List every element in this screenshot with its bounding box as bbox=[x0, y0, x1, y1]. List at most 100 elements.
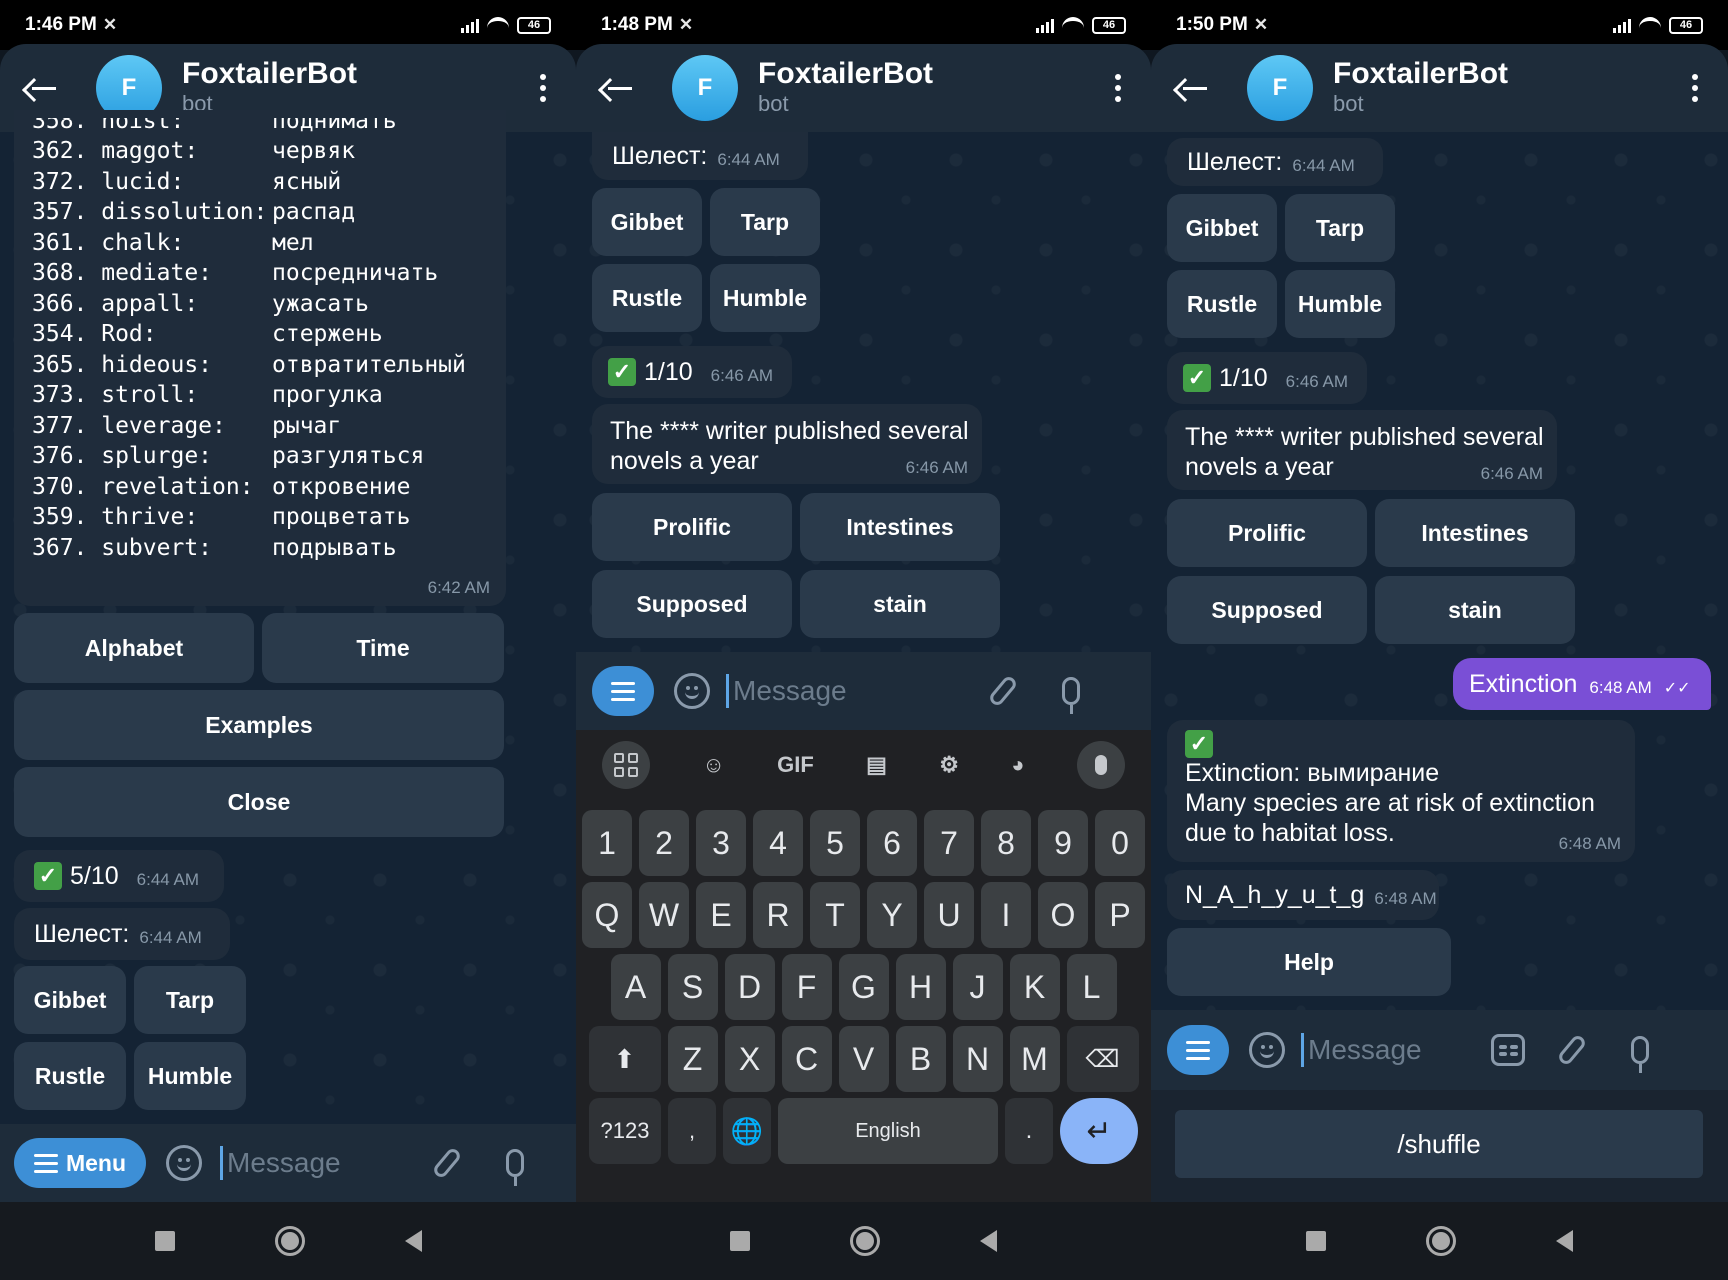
more-options-icon[interactable] bbox=[1115, 74, 1121, 102]
answer-humble-button[interactable]: Humble bbox=[134, 1042, 246, 1110]
attach-icon[interactable] bbox=[431, 1146, 463, 1180]
answer-gibbet-button[interactable]: Gibbet bbox=[1167, 194, 1277, 262]
key-x[interactable]: X bbox=[724, 1026, 775, 1092]
shuffle-command-button[interactable]: /shuffle bbox=[1175, 1110, 1703, 1178]
message-input[interactable]: Message bbox=[220, 1146, 420, 1180]
option-stain-button[interactable]: stain bbox=[800, 570, 1000, 638]
key-0[interactable]: 0 bbox=[1095, 810, 1145, 876]
period-key[interactable]: . bbox=[1005, 1098, 1053, 1164]
menu-button[interactable] bbox=[1167, 1025, 1229, 1075]
key-l[interactable]: L bbox=[1066, 954, 1117, 1020]
key-7[interactable]: 7 bbox=[924, 810, 974, 876]
recents-icon[interactable] bbox=[730, 1231, 750, 1251]
option-intestines-button[interactable]: Intestines bbox=[800, 493, 1000, 561]
chat-title[interactable]: FoxtailerBot bbox=[182, 58, 357, 90]
key-3[interactable]: 3 bbox=[696, 810, 746, 876]
microphone-icon[interactable] bbox=[1631, 1036, 1649, 1073]
apps-grid-icon[interactable] bbox=[602, 741, 651, 789]
comma-key[interactable]: , bbox=[668, 1098, 716, 1164]
menu-button[interactable] bbox=[592, 666, 654, 716]
examples-button[interactable]: Examples bbox=[14, 690, 504, 760]
shift-key[interactable]: ⬆ bbox=[588, 1026, 661, 1092]
avatar[interactable]: F bbox=[1247, 55, 1313, 121]
key-r[interactable]: R bbox=[753, 882, 803, 948]
key-e[interactable]: E bbox=[696, 882, 746, 948]
nav-back-icon[interactable] bbox=[404, 1230, 422, 1252]
chat-title[interactable]: FoxtailerBot bbox=[758, 58, 933, 90]
enter-key[interactable]: ↵ bbox=[1060, 1098, 1138, 1164]
option-supposed-button[interactable]: Supposed bbox=[1167, 576, 1367, 644]
message-input[interactable]: Message bbox=[1301, 1033, 1491, 1067]
back-arrow-icon[interactable] bbox=[604, 73, 634, 103]
recents-icon[interactable] bbox=[154, 1231, 175, 1251]
key-d[interactable]: D bbox=[724, 954, 775, 1020]
language-globe-icon[interactable]: 🌐 bbox=[723, 1098, 771, 1164]
key-9[interactable]: 9 bbox=[1038, 810, 1088, 876]
home-icon[interactable] bbox=[1426, 1226, 1456, 1256]
key-m[interactable]: M bbox=[1009, 1026, 1060, 1092]
gif-button[interactable]: GIF bbox=[777, 752, 814, 778]
clipboard-icon[interactable]: ▤ bbox=[866, 752, 887, 778]
answer-tarp-button[interactable]: Tarp bbox=[710, 188, 820, 256]
avatar[interactable]: F bbox=[672, 55, 738, 121]
answer-rustle-button[interactable]: Rustle bbox=[592, 264, 702, 332]
back-arrow-icon[interactable] bbox=[28, 73, 58, 103]
key-c[interactable]: C bbox=[781, 1026, 832, 1092]
key-8[interactable]: 8 bbox=[981, 810, 1031, 876]
voice-input-icon[interactable] bbox=[1076, 741, 1125, 789]
option-prolific-button[interactable]: Prolific bbox=[592, 493, 792, 561]
key-2[interactable]: 2 bbox=[639, 810, 689, 876]
sticker-icon[interactable]: ☺ bbox=[702, 752, 724, 778]
time-button[interactable]: Time bbox=[262, 613, 504, 683]
key-q[interactable]: Q bbox=[582, 882, 632, 948]
emoji-icon[interactable] bbox=[166, 1145, 202, 1181]
menu-button[interactable]: Menu bbox=[14, 1138, 146, 1188]
symbols-key[interactable]: ?123 bbox=[589, 1098, 661, 1164]
help-button[interactable]: Help bbox=[1167, 928, 1451, 996]
answer-humble-button[interactable]: Humble bbox=[710, 264, 820, 332]
key-6[interactable]: 6 bbox=[867, 810, 917, 876]
answer-humble-button[interactable]: Humble bbox=[1285, 270, 1395, 338]
key-w[interactable]: W bbox=[639, 882, 689, 948]
key-4[interactable]: 4 bbox=[753, 810, 803, 876]
key-b[interactable]: B bbox=[895, 1026, 946, 1092]
emoji-icon[interactable] bbox=[674, 673, 710, 709]
key-n[interactable]: N bbox=[952, 1026, 1003, 1092]
key-h[interactable]: H bbox=[895, 954, 946, 1020]
bot-keyboard-icon[interactable] bbox=[1491, 1034, 1525, 1066]
home-icon[interactable] bbox=[850, 1226, 880, 1256]
key-t[interactable]: T bbox=[810, 882, 860, 948]
emoji-icon[interactable] bbox=[1249, 1032, 1285, 1068]
key-y[interactable]: Y bbox=[867, 882, 917, 948]
key-a[interactable]: A bbox=[610, 954, 661, 1020]
key-i[interactable]: I bbox=[981, 882, 1031, 948]
key-s[interactable]: S bbox=[667, 954, 718, 1020]
alphabet-button[interactable]: Alphabet bbox=[14, 613, 254, 683]
attach-icon[interactable] bbox=[1556, 1033, 1588, 1067]
nav-back-icon[interactable] bbox=[1556, 1230, 1573, 1252]
key-1[interactable]: 1 bbox=[582, 810, 632, 876]
key-5[interactable]: 5 bbox=[810, 810, 860, 876]
key-p[interactable]: P bbox=[1095, 882, 1145, 948]
microphone-icon[interactable] bbox=[1062, 677, 1080, 714]
key-g[interactable]: G bbox=[838, 954, 889, 1020]
option-stain-button[interactable]: stain bbox=[1375, 576, 1575, 644]
option-intestines-button[interactable]: Intestines bbox=[1375, 499, 1575, 567]
option-supposed-button[interactable]: Supposed bbox=[592, 570, 792, 638]
chat-title[interactable]: FoxtailerBot bbox=[1333, 58, 1508, 90]
answer-tarp-button[interactable]: Tarp bbox=[1285, 194, 1395, 262]
more-options-icon[interactable] bbox=[1692, 74, 1698, 102]
microphone-icon[interactable] bbox=[506, 1149, 524, 1186]
nav-back-icon[interactable] bbox=[980, 1230, 997, 1252]
key-k[interactable]: K bbox=[1009, 954, 1060, 1020]
key-z[interactable]: Z bbox=[667, 1026, 718, 1092]
key-v[interactable]: V bbox=[838, 1026, 889, 1092]
home-icon[interactable] bbox=[274, 1226, 305, 1256]
more-options-icon[interactable] bbox=[540, 74, 546, 102]
close-button[interactable]: Close bbox=[14, 767, 504, 837]
answer-rustle-button[interactable]: Rustle bbox=[1167, 270, 1277, 338]
option-prolific-button[interactable]: Prolific bbox=[1167, 499, 1367, 567]
key-f[interactable]: F bbox=[781, 954, 832, 1020]
message-input[interactable]: Message bbox=[726, 674, 996, 708]
answer-tarp-button[interactable]: Tarp bbox=[134, 966, 246, 1034]
